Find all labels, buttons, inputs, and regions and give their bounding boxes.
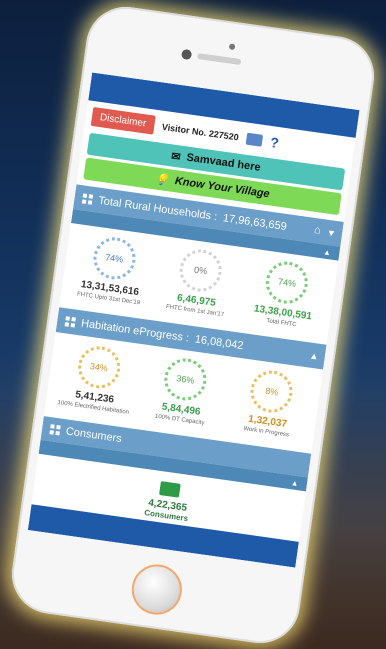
home-icon[interactable]: ⌂ xyxy=(313,224,321,238)
stat-electrified: 34% 5,41,236 100% Electrified Habitation xyxy=(51,341,143,417)
grid-icon xyxy=(64,315,76,328)
village-label: Know Your Village xyxy=(174,175,271,201)
progress-ring: 36% xyxy=(161,355,210,404)
stat-dt-capacity: 36% 5,84,496 100% DT Capacity xyxy=(138,353,230,429)
households-total: 17,96,63,659 xyxy=(222,211,288,233)
phone-sensor xyxy=(228,43,236,51)
phone-camera xyxy=(180,48,193,61)
help-icon[interactable]: ? xyxy=(269,134,280,151)
progress-ring: 74% xyxy=(263,258,311,307)
id-card-icon xyxy=(159,481,181,498)
grid-icon xyxy=(81,192,94,205)
chevron-up-icon[interactable]: ▴ xyxy=(292,477,298,489)
chevron-down-icon[interactable]: ▾ xyxy=(328,226,335,240)
stat-fhtc-upto: 74% 13,31,53,616 FHTC Upto 31st Dec'19 xyxy=(67,232,159,308)
samvaad-label: Samvaad here xyxy=(185,151,262,174)
disclaimer-button[interactable]: Disclaimer xyxy=(90,107,156,135)
chat-icon: ✉ xyxy=(170,149,182,164)
stat-fhtc-total: 74% 13,38,00,591 Total FHTC xyxy=(239,256,331,332)
phone-screen: Disclaimer Visitor No. 227520 ? ✉ Samvaa… xyxy=(27,72,360,568)
progress-ring: 8% xyxy=(248,367,296,416)
progress-ring: 74% xyxy=(90,234,138,283)
progress-ring: 34% xyxy=(75,343,123,392)
visitor-counter-icon xyxy=(245,132,264,147)
chevron-up-icon[interactable]: ▴ xyxy=(324,246,330,258)
progress-ring: 0% xyxy=(176,246,225,295)
phone-speaker xyxy=(197,53,242,66)
habitation-total: 16,08,042 xyxy=(194,332,245,352)
consumers-title: Consumers xyxy=(65,425,123,446)
chevron-up-icon[interactable]: ▴ xyxy=(311,349,318,363)
visitor-number: 227520 xyxy=(208,127,240,142)
visitor-counter: Visitor No. 227520 xyxy=(161,121,239,142)
bulb-icon: 💡 xyxy=(154,172,170,187)
stat-wip: 8% 1,32,037 Work in Progress xyxy=(224,365,316,441)
grid-icon xyxy=(49,424,61,436)
stat-fhtc-from: 0% 6,46,975 FHTC from 1st Jan'17 xyxy=(153,244,245,320)
home-button[interactable] xyxy=(128,561,186,618)
visitor-label: Visitor No. xyxy=(161,121,208,138)
